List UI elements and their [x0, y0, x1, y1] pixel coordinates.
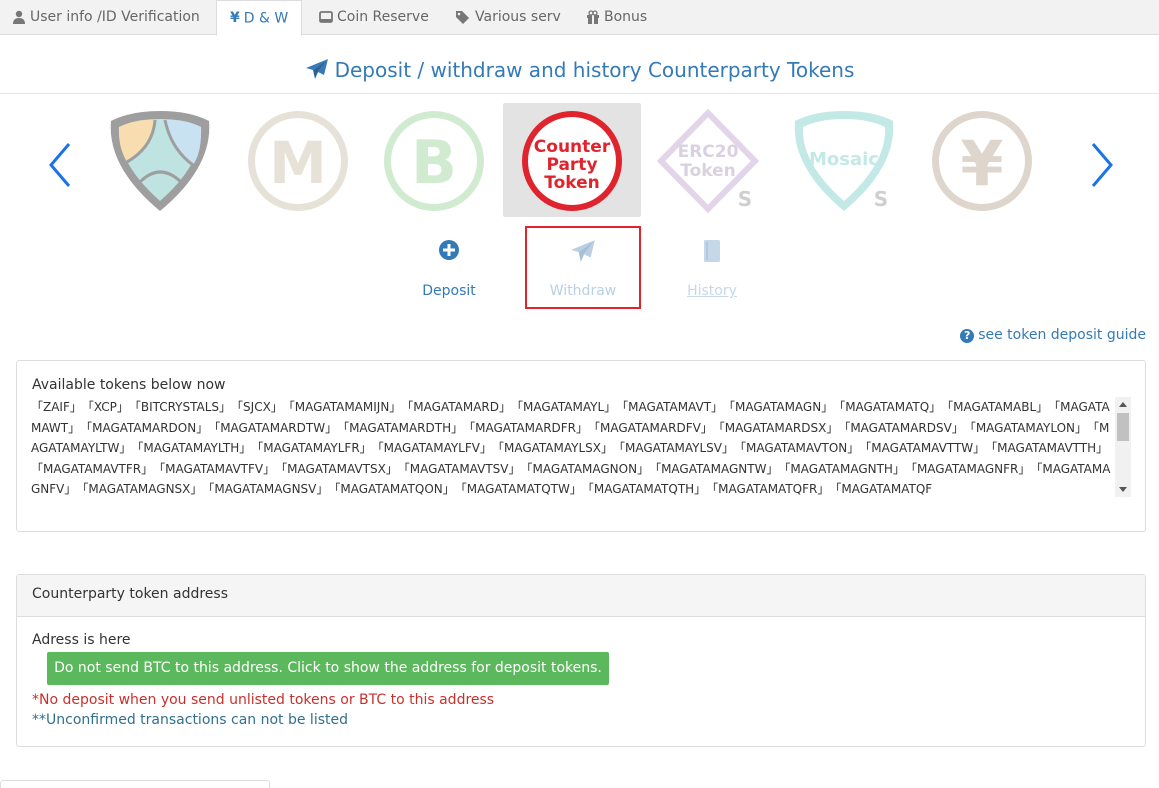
carousel-next-chevron-icon[interactable]: [1087, 140, 1117, 190]
history-label: History: [687, 283, 737, 299]
coin-monacoin[interactable]: M: [229, 103, 367, 217]
tab-label: Various serv: [475, 9, 561, 25]
token-deposit-guide-link[interactable]: ? see token deposit guide: [960, 327, 1146, 343]
unlisted-token-warning: *No deposit when you send unlisted token…: [32, 692, 495, 708]
show-deposit-address-button[interactable]: Do not send BTC to this address. Click t…: [47, 652, 609, 685]
gift-icon: [587, 10, 599, 24]
coin-nem[interactable]: [91, 103, 229, 217]
coin-erc20-token[interactable]: ERC20 Token S: [639, 103, 777, 217]
hdd-icon: [319, 11, 333, 23]
page-title-text: Deposit / withdraw and history Counterpa…: [334, 58, 855, 82]
svg-text:Token: Token: [680, 161, 736, 181]
available-tokens-heading: Available tokens below now: [32, 377, 226, 393]
coin-mosaic[interactable]: Mosaic S: [775, 103, 913, 217]
erc20-token-logo-icon: ERC20 Token S: [656, 108, 760, 214]
address-label: Adress is here: [32, 632, 131, 648]
history-button[interactable]: History: [655, 228, 769, 308]
tab-label: Coin Reserve: [337, 9, 429, 25]
question-circle-icon: ?: [960, 329, 975, 343]
tab-bar: User info /ID Verification ¥ D & W Coin R…: [0, 0, 1159, 36]
counterparty-token-logo-icon: Counter Party Token: [522, 111, 622, 211]
token-address-panel-header: Counterparty token address: [17, 575, 1145, 617]
book-icon: [704, 240, 720, 262]
deposit-button[interactable]: Deposit: [392, 228, 506, 308]
bitcoin-logo-icon: B: [384, 111, 484, 211]
plus-circle-icon: [439, 240, 459, 260]
withdraw-button[interactable]: Withdraw: [525, 226, 641, 309]
svg-text:B: B: [411, 128, 457, 198]
svg-text:Counter: Counter: [534, 137, 611, 157]
tab-deposit-withdraw[interactable]: ¥ D & W: [216, 0, 302, 36]
token-address-panel: Counterparty token address Adress is her…: [16, 574, 1146, 747]
svg-text:Party: Party: [546, 155, 597, 175]
withdraw-label: Withdraw: [549, 283, 617, 299]
page-title: Deposit / withdraw and history Counterpa…: [0, 58, 1159, 82]
svg-text:M: M: [269, 129, 327, 197]
svg-text:¥: ¥: [960, 127, 1003, 200]
unconfirmed-tx-note: **Unconfirmed transactions can not be li…: [32, 712, 348, 728]
tab-label: D & W: [243, 10, 289, 27]
coin-counterparty-token[interactable]: Counter Party Token: [503, 103, 641, 217]
tags-icon: [456, 11, 469, 24]
footer-panel-edge: [0, 780, 270, 788]
nem-logo-icon: [110, 111, 210, 211]
token-list-scrollbar[interactable]: [1115, 397, 1131, 497]
svg-text:S: S: [738, 187, 752, 211]
user-icon: [13, 10, 25, 24]
tab-label: User info /ID Verification: [30, 9, 200, 25]
paper-plane-icon: [571, 240, 595, 262]
svg-text:S: S: [874, 187, 888, 211]
token-address-heading: Counterparty token address: [32, 586, 228, 602]
tab-various-services[interactable]: Various serv: [455, 0, 561, 35]
mosaic-logo-icon: Mosaic S: [794, 111, 894, 211]
tab-coin-reserve[interactable]: Coin Reserve: [319, 0, 429, 35]
tab-user-info[interactable]: User info /ID Verification: [12, 0, 200, 35]
token-list-box[interactable]: 「ZAIF」 「XCP」 「BITCRYSTALS」 「SJCX」 「MAGAT…: [31, 397, 1131, 497]
monacoin-logo-icon: M: [248, 111, 348, 211]
divider: [0, 93, 1159, 94]
tab-label: Bonus: [604, 9, 648, 25]
carousel-prev-chevron-icon[interactable]: [45, 140, 75, 190]
yen-logo-icon: ¥: [932, 111, 1032, 211]
guide-label: see token deposit guide: [978, 327, 1146, 343]
yen-icon: ¥: [230, 10, 240, 26]
scroll-thumb[interactable]: [1117, 413, 1129, 441]
svg-text:Mosaic: Mosaic: [809, 149, 879, 170]
svg-text:ERC20: ERC20: [678, 142, 739, 162]
coin-yen[interactable]: ¥: [913, 103, 1051, 217]
available-tokens-panel: Available tokens below now 「ZAIF」 「XCP」 …: [16, 360, 1146, 532]
scroll-up-arrow-icon[interactable]: [1119, 402, 1127, 407]
deposit-label: Deposit: [422, 283, 476, 299]
scroll-down-arrow-icon[interactable]: [1119, 487, 1127, 492]
svg-text:Token: Token: [544, 173, 600, 193]
coin-bitcoin[interactable]: B: [365, 103, 503, 217]
paper-plane-icon: [305, 59, 328, 79]
token-list-text: 「ZAIF」 「XCP」 「BITCRYSTALS」 「SJCX」 「MAGAT…: [31, 400, 1115, 496]
tab-bonus[interactable]: Bonus: [586, 0, 647, 35]
